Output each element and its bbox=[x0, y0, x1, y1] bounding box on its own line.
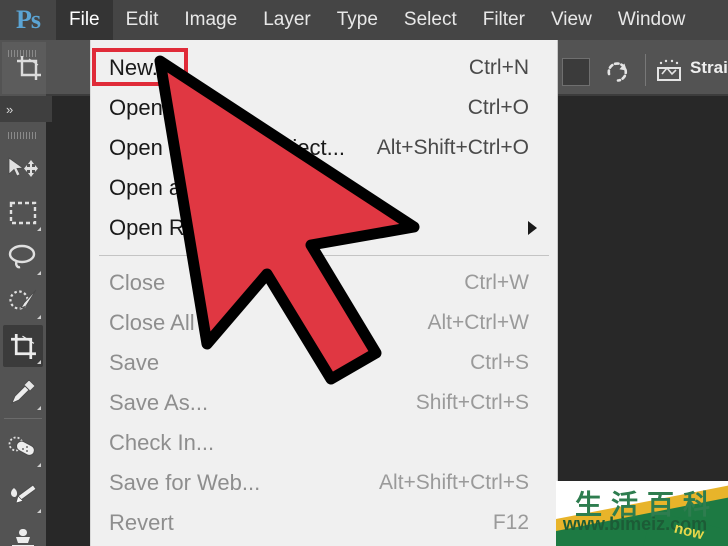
menu-bar-items: File Edit Image Layer Type Select Filter View Wi… bbox=[56, 0, 698, 40]
file-menu-item-shortcut: Ctrl+S bbox=[470, 351, 529, 374]
menu-separator bbox=[99, 255, 549, 256]
tool-brush[interactable] bbox=[3, 474, 43, 516]
menu-bar-item-window[interactable]: Window bbox=[605, 0, 699, 40]
file-menu-item: Save Ctrl+S bbox=[91, 343, 557, 383]
menu-bar-item-filter[interactable]: Filter bbox=[470, 0, 538, 40]
tool-lasso[interactable] bbox=[3, 236, 43, 278]
file-menu-item-label: Close bbox=[109, 270, 166, 295]
rotate-crop-icon[interactable] bbox=[602, 56, 632, 86]
photoshop-logo: Ps bbox=[16, 5, 41, 34]
tool-healing-brush[interactable] bbox=[3, 428, 43, 470]
file-menu-item-shortcut: Ctrl+W bbox=[464, 271, 529, 294]
tool-flyout-triangle bbox=[37, 463, 41, 467]
file-menu-item-label: Save for Web... bbox=[109, 470, 261, 495]
toolbar-grip-main bbox=[8, 132, 38, 139]
toolbar-separator bbox=[4, 418, 42, 419]
file-menu-item: Save As... Shift+Ctrl+S bbox=[91, 383, 557, 423]
tool-quick-selection[interactable] bbox=[3, 280, 43, 322]
file-menu-item-shortcut: Alt+Shift+Ctrl+S bbox=[379, 471, 529, 494]
file-menu-item-label: Open... bbox=[109, 95, 182, 120]
options-divider bbox=[645, 54, 646, 86]
submenu-arrow-icon bbox=[528, 221, 537, 235]
menu-bar-item-edit[interactable]: Edit bbox=[113, 0, 172, 40]
new-item-highlight-box bbox=[92, 48, 188, 86]
tool-flyout-triangle bbox=[37, 360, 41, 364]
file-menu-item-label: Check In... bbox=[109, 430, 215, 455]
menu-bar-item-file[interactable]: File bbox=[56, 0, 113, 40]
file-menu-item-label: Open as Smart Object... bbox=[109, 135, 345, 160]
file-menu-item-shortcut: Alt+Shift+Ctrl+O bbox=[376, 136, 529, 159]
toolbar-collapse-button[interactable]: » bbox=[0, 96, 52, 122]
file-menu-item: Check In... bbox=[91, 423, 557, 463]
tool-eyedropper[interactable] bbox=[3, 371, 43, 413]
file-menu-item-shortcut: F12 bbox=[492, 511, 529, 534]
file-menu-item-label: Revert bbox=[109, 510, 174, 535]
chevron-double-right-icon: » bbox=[6, 101, 13, 117]
file-menu-item-shortcut: Ctrl+N bbox=[468, 56, 529, 79]
tool-flyout-triangle bbox=[37, 406, 41, 410]
tools-panel: » bbox=[0, 40, 52, 546]
file-menu-item: Close Ctrl+W bbox=[91, 263, 557, 303]
menu-bar-item-type[interactable]: Type bbox=[324, 0, 391, 40]
menu-bar-item-select[interactable]: Select bbox=[391, 0, 470, 40]
file-menu-item-label: Open Recent bbox=[109, 215, 239, 240]
straighten-icon[interactable] bbox=[655, 58, 683, 84]
file-menu-item-label: Save bbox=[109, 350, 160, 375]
tool-rectangular-marquee[interactable] bbox=[3, 192, 43, 234]
straighten-button-label[interactable]: Strai bbox=[690, 58, 728, 78]
file-menu-item-label: Open as... bbox=[109, 175, 211, 200]
tool-clone-stamp[interactable] bbox=[3, 520, 43, 546]
tool-flyout-triangle bbox=[37, 227, 41, 231]
file-menu-item-label: Close All bbox=[109, 310, 195, 335]
tool-crop[interactable] bbox=[3, 325, 43, 367]
menu-bar-item-image[interactable]: Image bbox=[171, 0, 250, 40]
file-menu-item[interactable]: Open as Smart Object... Alt+Shift+Ctrl+O bbox=[91, 128, 557, 168]
file-menu-dropdown: New... Ctrl+N Open... Ctrl+O Open as Smart O… bbox=[90, 40, 558, 546]
file-menu-item-shortcut: Ctrl+O bbox=[467, 96, 529, 119]
crop-preset-swatch[interactable] bbox=[562, 58, 590, 86]
watermark: 生活百科 www.bimeiz.com now bbox=[556, 481, 728, 546]
file-menu-item[interactable]: Open as... bbox=[91, 168, 557, 208]
tool-flyout-triangle bbox=[37, 315, 41, 319]
file-menu-item-shortcut: Alt+Ctrl+W bbox=[427, 311, 529, 334]
file-menu-item-label: Save As... bbox=[109, 390, 209, 415]
file-menu-item: Revert F12 bbox=[91, 503, 557, 543]
tool-move[interactable] bbox=[3, 148, 43, 190]
photoshop-window: Ps File Edit Image Layer Type Select Filter Vie… bbox=[0, 0, 728, 546]
menu-bar-item-view[interactable]: View bbox=[538, 0, 605, 40]
tool-flyout-triangle bbox=[37, 271, 41, 275]
file-menu-item: Save for Web... Alt+Shift+Ctrl+S bbox=[91, 463, 557, 503]
menu-bar-item-layer[interactable]: Layer bbox=[250, 0, 324, 40]
file-menu-item: Close All Alt+Ctrl+W bbox=[91, 303, 557, 343]
file-menu-item-shortcut: Shift+Ctrl+S bbox=[415, 391, 529, 414]
file-menu-item[interactable]: Open... Ctrl+O bbox=[91, 88, 557, 128]
tool-crop-top[interactable] bbox=[12, 46, 46, 90]
menu-bar: Ps File Edit Image Layer Type Select Filter Vie… bbox=[0, 0, 728, 40]
tool-flyout-triangle bbox=[37, 509, 41, 513]
file-menu-item[interactable]: Open Recent bbox=[91, 208, 557, 248]
